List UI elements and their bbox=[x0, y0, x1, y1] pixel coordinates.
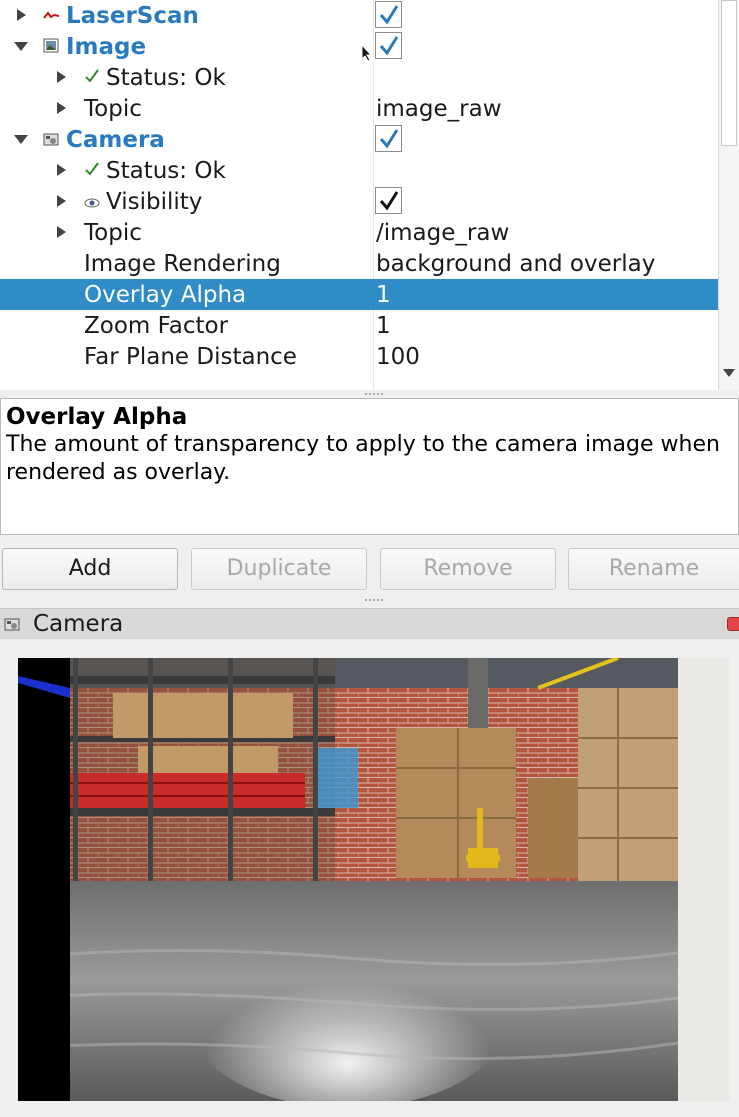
tree-row-image-status[interactable]: Status: Ok bbox=[0, 62, 718, 93]
enabled-checkbox[interactable] bbox=[375, 1, 402, 28]
vertical-scrollbar[interactable] bbox=[718, 0, 739, 390]
display-name: Camera bbox=[66, 127, 165, 153]
close-icon[interactable] bbox=[727, 617, 739, 631]
camera-icon bbox=[43, 131, 59, 147]
camera-icon bbox=[4, 616, 20, 632]
display-name: LaserScan bbox=[66, 3, 199, 29]
camera-view-padding bbox=[678, 658, 730, 1101]
tree-row-camera-topic[interactable]: Topic /image_raw bbox=[0, 217, 718, 248]
scroll-down-arrow-icon[interactable] bbox=[723, 369, 735, 377]
collapse-arrow-icon[interactable] bbox=[14, 124, 28, 155]
tree-row-far-plane-distance[interactable]: Far Plane Distance 100 bbox=[0, 341, 718, 372]
property-description-panel: Overlay Alpha The amount of transparency… bbox=[0, 398, 739, 535]
image-icon bbox=[43, 38, 59, 54]
eye-icon bbox=[84, 194, 100, 210]
property-name: Zoom Factor bbox=[84, 313, 229, 339]
tree-row-image-topic[interactable]: Topic image_raw bbox=[0, 93, 718, 124]
property-name: Overlay Alpha bbox=[84, 282, 247, 308]
property-name: Status: Ok bbox=[106, 65, 226, 91]
expand-arrow-icon[interactable] bbox=[54, 217, 68, 248]
enabled-checkbox[interactable] bbox=[375, 32, 402, 59]
laserscan-icon bbox=[43, 7, 60, 23]
display-name: Image bbox=[66, 34, 147, 60]
scrollbar-thumb[interactable] bbox=[721, 0, 737, 146]
property-name: Status: Ok bbox=[106, 158, 226, 184]
checkmark-icon bbox=[84, 67, 100, 83]
remove-button[interactable]: Remove bbox=[380, 548, 556, 590]
property-name: Far Plane Distance bbox=[84, 344, 297, 370]
expand-arrow-icon[interactable] bbox=[54, 186, 68, 217]
collapse-arrow-icon[interactable] bbox=[14, 31, 28, 62]
property-name: Topic bbox=[84, 96, 142, 122]
tree-row-laserscan[interactable]: LaserScan bbox=[0, 0, 718, 31]
property-value[interactable]: background and overlay bbox=[376, 250, 655, 278]
camera-image-view[interactable] bbox=[18, 658, 678, 1101]
tree-row-overlay-alpha[interactable]: Overlay Alpha 1 bbox=[0, 279, 718, 310]
add-button[interactable]: Add bbox=[2, 548, 178, 590]
property-value[interactable]: /image_raw bbox=[376, 219, 509, 247]
property-name: Topic bbox=[84, 220, 142, 246]
splitter-grip-icon bbox=[365, 393, 383, 395]
property-name: Image Rendering bbox=[84, 251, 281, 277]
splitter-grip-icon bbox=[365, 599, 383, 601]
tree-row-camera-status[interactable]: Status: Ok bbox=[0, 155, 718, 186]
description-title: Overlay Alpha bbox=[6, 404, 188, 430]
rename-button[interactable]: Rename bbox=[568, 548, 739, 590]
tree-row-image-rendering[interactable]: Image Rendering background and overlay bbox=[0, 248, 718, 279]
expand-arrow-icon[interactable] bbox=[54, 155, 68, 186]
enabled-checkbox[interactable] bbox=[375, 125, 402, 152]
property-value[interactable]: image_raw bbox=[376, 95, 502, 123]
duplicate-button[interactable]: Duplicate bbox=[191, 548, 367, 590]
camera-panel-title: Camera bbox=[33, 611, 124, 637]
displays-tree: LaserScan Image Status: Ok Topic image_r… bbox=[0, 0, 739, 391]
description-body: The amount of transparency to apply to t… bbox=[6, 432, 720, 485]
expand-arrow-icon[interactable] bbox=[54, 62, 68, 93]
checkmark-icon bbox=[84, 160, 100, 176]
tree-row-image[interactable]: Image bbox=[0, 31, 718, 62]
expand-arrow-icon[interactable] bbox=[14, 0, 28, 31]
property-value[interactable]: 1 bbox=[376, 312, 391, 340]
property-name: Visibility bbox=[106, 189, 203, 215]
mouse-cursor-icon bbox=[361, 44, 373, 62]
tree-row-camera[interactable]: Camera bbox=[0, 124, 718, 155]
camera-panel-titlebar[interactable]: Camera bbox=[0, 608, 739, 639]
panel-splitter[interactable] bbox=[0, 390, 739, 398]
visibility-checkbox[interactable] bbox=[375, 187, 402, 214]
property-value[interactable]: 100 bbox=[376, 343, 420, 371]
expand-arrow-icon[interactable] bbox=[54, 93, 68, 124]
tree-row-visibility[interactable]: Visibility bbox=[0, 186, 718, 217]
tree-row-zoom-factor[interactable]: Zoom Factor 1 bbox=[0, 310, 718, 341]
property-value[interactable]: 1 bbox=[376, 281, 391, 309]
